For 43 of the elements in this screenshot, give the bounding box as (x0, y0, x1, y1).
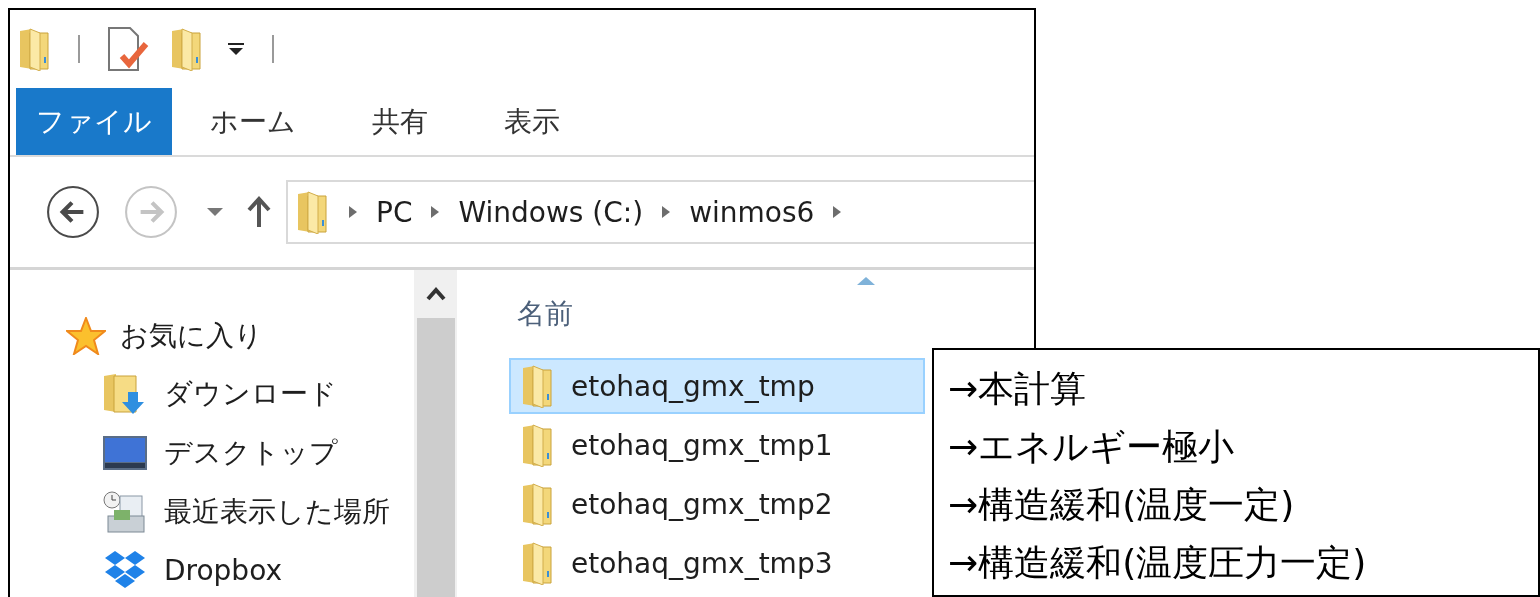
breadcrumb-item[interactable]: Windows (C:) (458, 195, 644, 229)
folder-icon (296, 190, 330, 234)
chevron-right-icon (661, 205, 672, 219)
file-menu-tab[interactable]: ファイル (16, 88, 172, 155)
nav-item[interactable]: 最近表示した場所 (164, 492, 390, 531)
folder-icon (521, 482, 555, 526)
ribbon-tab[interactable]: ホーム (172, 88, 334, 155)
file-row[interactable]: etohaq_gmx_tmp3 (509, 535, 925, 591)
up-arrow-icon[interactable] (246, 196, 272, 228)
breadcrumb-item[interactable]: winmos6 (689, 195, 815, 229)
scrollbar[interactable] (414, 270, 457, 597)
dropdown-icon[interactable] (226, 41, 246, 57)
annotation-text: →構造緩和(温度一定) (948, 483, 1295, 527)
star-icon (66, 317, 106, 355)
ribbon-tab[interactable]: 表示 (466, 88, 598, 155)
nav-item[interactable]: Dropbox (164, 554, 282, 587)
folder-icon (18, 27, 52, 71)
nav-item[interactable]: ダウンロード (164, 374, 337, 413)
column-header[interactable]: 名前 (517, 295, 573, 333)
breadcrumb-item[interactable]: PC (376, 195, 413, 229)
recent-places-icon (102, 489, 148, 534)
file-row[interactable]: etohaq_gmx_tmp2 (509, 476, 925, 532)
annotation-text: →本計算 (948, 367, 1087, 411)
address-bar[interactable]: PC Windows (C:) winmos6 (286, 180, 1034, 244)
annotation-text: →構造緩和(温度圧力一定) (948, 541, 1367, 585)
folder-icon (521, 423, 555, 467)
new-folder-icon (170, 27, 204, 71)
desktop-icon (102, 434, 148, 471)
nav-item[interactable]: お気に入り (120, 317, 263, 355)
chevron-right-icon (832, 205, 843, 219)
properties-icon[interactable] (106, 26, 150, 72)
sort-arrow-icon (856, 276, 876, 286)
back-button[interactable] (46, 185, 100, 239)
chevron-right-icon (430, 205, 441, 219)
nav-item[interactable]: デスクトップ (164, 433, 338, 472)
chevron-up-icon[interactable] (425, 287, 446, 301)
chevron-right-icon (348, 205, 358, 219)
file-row[interactable]: etohaq_gmx_tmp1 (509, 417, 925, 473)
annotation-text: →エネルギー極小 (948, 425, 1235, 469)
folder-icon (521, 541, 555, 585)
ribbon-tab[interactable]: 共有 (334, 88, 466, 155)
folder-icon (521, 364, 555, 408)
file-row[interactable]: etohaq_gmx_tmp (509, 358, 925, 414)
